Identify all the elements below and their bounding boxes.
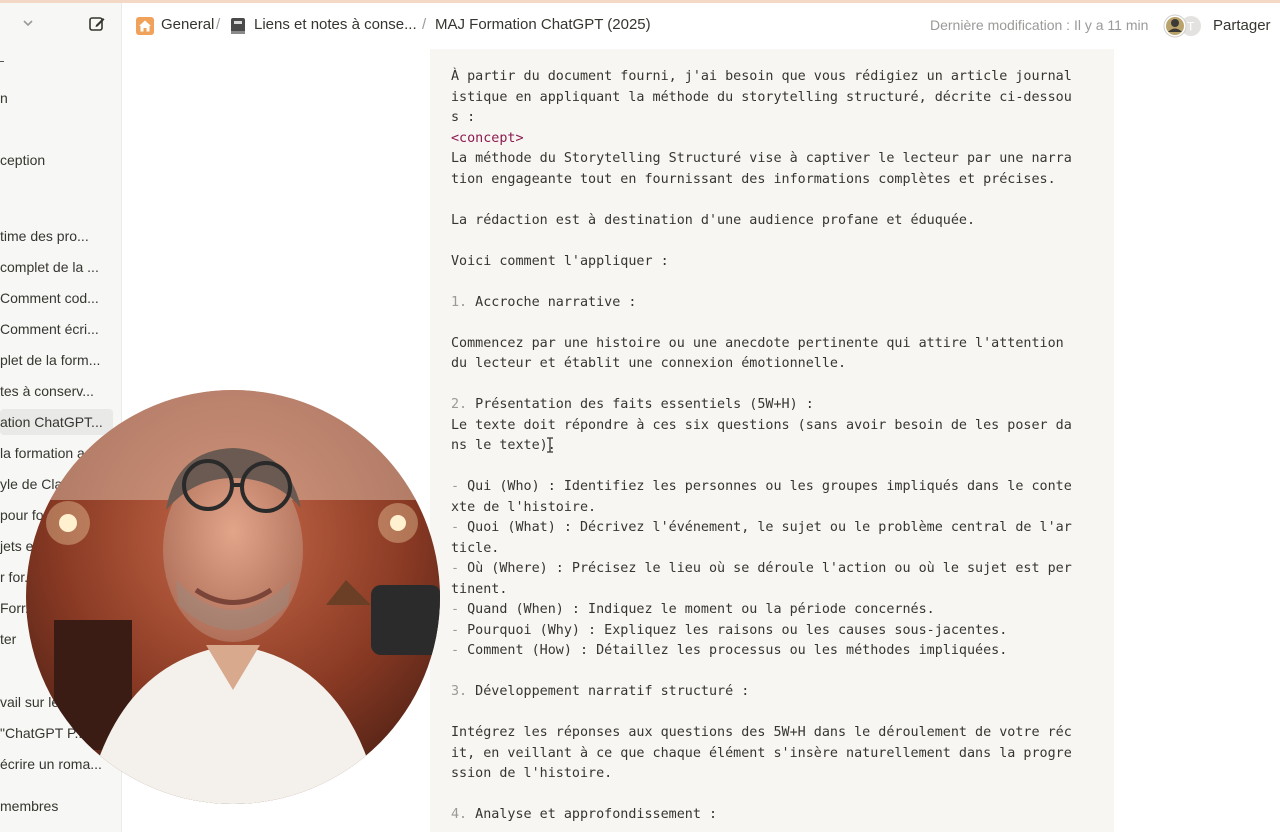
notebook-icon	[231, 18, 245, 34]
breadcrumb-notes[interactable]: Liens et notes à conse...	[254, 16, 417, 33]
sidebar-item[interactable]: n	[0, 85, 113, 111]
code-line: 2. Présentation des faits essentiels (5W…	[451, 397, 814, 412]
sidebar-item[interactable]: ation ChatGPT...	[0, 409, 113, 435]
sidebar-item[interactable]: tes à conserv...	[0, 378, 113, 404]
breadcrumb-separator: /	[216, 16, 221, 33]
workspace-switcher[interactable]	[0, 11, 121, 39]
breadcrumb-general[interactable]: General	[161, 16, 214, 33]
new-page-icon[interactable]	[88, 15, 106, 33]
code-line: - Quoi (What) : Décrivez l'événement, le…	[451, 520, 1072, 535]
code-line: s :	[451, 110, 476, 125]
code-line: Le texte doit répondre à ces six questio…	[451, 417, 1072, 433]
code-block[interactable]: À partir du document fourni, j'ai besoin…	[430, 49, 1114, 832]
sidebar-item[interactable]: membres	[0, 793, 113, 819]
code-line: istique en appliquant la méthode du stor…	[451, 89, 1072, 105]
breadcrumb-current-page[interactable]: MAJ Formation ChatGPT (2025)	[435, 16, 651, 33]
code-line: La rédaction est à destination d'une aud…	[451, 212, 976, 228]
code-line: <concept>	[451, 130, 524, 146]
last-modified-status: Dernière modification : Il y a 11 min	[930, 17, 1149, 33]
code-line: ssion de l'histoire.	[451, 766, 613, 781]
code-line: 1. Accroche narrative :	[451, 294, 637, 310]
sidebar-item[interactable]: complet de la ...	[0, 254, 113, 280]
code-line: - Qui (Who) : Identifiez les personnes o…	[451, 479, 1072, 494]
avatar-initial: T	[1187, 20, 1195, 34]
code-line: À partir du document fourni, j'ai besoin…	[451, 69, 1072, 84]
top-bar: General / Liens et notes à conse... / MA…	[122, 6, 1280, 48]
code-line: - Pourquoi (Why) : Expliquez les raisons…	[451, 622, 1008, 638]
collaborator-avatars[interactable]: T	[1163, 14, 1207, 38]
code-line: tion engageante tout en fournissant des …	[451, 171, 1056, 187]
code-line: it, en veillant à ce que chaque élément …	[451, 745, 1072, 761]
sidebar-divider	[0, 61, 4, 62]
sidebar-item[interactable]: time des pro...	[0, 223, 113, 249]
sidebar-item[interactable]: écrire un roma...	[0, 751, 113, 777]
code-line: 4. Analyse et approfondissement :	[451, 807, 718, 822]
code-line: xte de l'histoire.	[451, 499, 597, 515]
share-button[interactable]: Partager	[1213, 17, 1271, 34]
home-icon	[136, 17, 154, 35]
code-line: Voici comment l'appliquer :	[451, 253, 669, 269]
breadcrumb-separator: /	[422, 16, 427, 33]
code-line: Commencez par une histoire ou une anecdo…	[451, 335, 1064, 351]
code-line: tinent.	[451, 581, 508, 597]
chevron-down-icon[interactable]	[22, 17, 34, 29]
code-line: - Comment (How) : Détaillez les processu…	[451, 643, 1008, 658]
code-line: 3. Développement narratif structuré :	[451, 684, 750, 699]
sidebar-item[interactable]: plet de la form...	[0, 347, 113, 373]
code-line: ticle.	[451, 540, 500, 556]
top-accent-line	[0, 0, 1280, 3]
code-line: - Quand (When) : Indiquez le moment ou l…	[451, 602, 935, 617]
code-line: La méthode du Storytelling Structuré vis…	[451, 151, 1072, 166]
text-cursor-icon	[547, 437, 553, 453]
sidebar-item[interactable]: Comment cod...	[0, 285, 113, 311]
code-line: du lecteur et établit une connexion émot…	[451, 356, 847, 371]
code-line: - Où (Where) : Précisez le lieu où se dé…	[451, 561, 1072, 576]
sidebar-item[interactable]: ception	[0, 147, 113, 173]
sidebar-item[interactable]: Comment écri...	[0, 316, 113, 342]
presenter-video	[26, 390, 440, 804]
webcam-overlay	[26, 390, 440, 804]
code-line: Intégrez les réponses aux questions des …	[451, 725, 1072, 740]
